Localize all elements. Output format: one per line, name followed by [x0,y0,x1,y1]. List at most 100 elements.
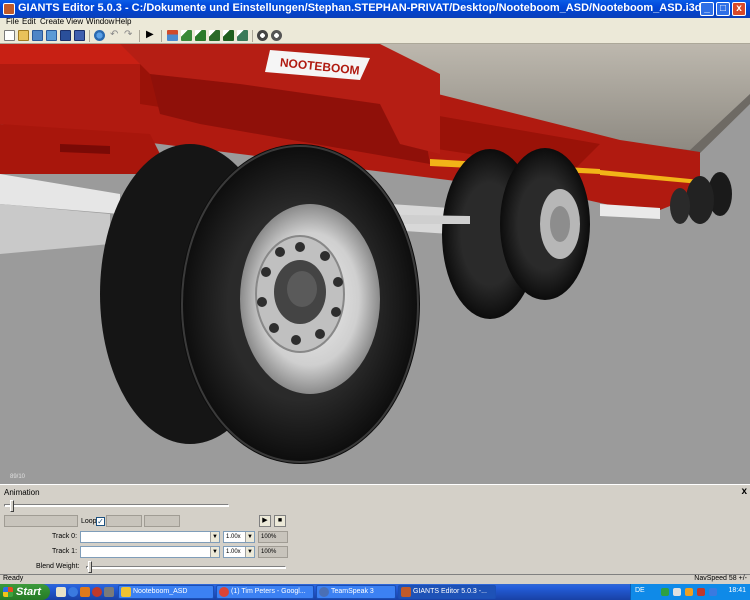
open-icon[interactable] [18,30,29,41]
viewport-coordinates: 89/10 [10,474,26,480]
trailer-render: NOOTEBOOM 89/10 [0,44,750,484]
track-0-weight-value: 100% [261,534,277,540]
save-as-icon[interactable] [74,30,85,41]
start-label: Start [16,586,42,598]
track-1-label: Track 1: [52,548,78,555]
blend-weight-slider[interactable] [86,566,286,569]
task-label: TeamSpeak 3 [331,588,374,595]
minimize-button[interactable]: _ [700,2,714,16]
teamspeak-icon [319,587,329,597]
track-1-speed-dropdown[interactable]: 1.00x ▼ [223,546,255,558]
menu-bar: File Edit Create View Window Help [0,17,750,28]
animation-panel-title: Animation [4,488,40,497]
blend-weight-label: Blend Weight: [36,563,80,570]
new-file-icon[interactable] [4,30,15,41]
task-teamspeak[interactable]: TeamSpeak 3 [316,585,396,599]
track-1-weight-value: 100% [261,549,277,555]
grass-icon[interactable] [223,30,234,41]
animation-start-field [106,515,142,527]
terrain-icon[interactable] [181,30,192,41]
stop-button[interactable]: ■ [274,515,286,527]
chrome-icon[interactable] [92,587,102,597]
animation-end-field [144,515,180,527]
close-button[interactable]: x [732,2,746,16]
firefox-icon[interactable] [80,587,90,597]
menu-view[interactable]: View [66,17,83,26]
nav-speed: NavSpeed 58 +/- [694,575,747,582]
menu-edit[interactable]: Edit [22,17,36,26]
chevron-down-icon: ▼ [210,532,219,542]
foliage-paint-icon[interactable] [237,30,248,41]
volume-icon[interactable] [673,588,681,596]
task-nooteboom-folder[interactable]: Nooteboom_ASD [118,585,214,599]
chrome-icon [219,587,229,597]
windows-logo-icon [3,587,13,597]
toolbar-separator [139,30,140,42]
animation-time-slider[interactable] [4,504,229,507]
chevron-down-icon: ▼ [245,547,254,557]
menu-file[interactable]: File [6,17,19,26]
record-icon[interactable] [257,30,268,41]
track-1-clip-dropdown[interactable]: ▼ [80,546,220,558]
save-icon[interactable] [60,30,71,41]
render-icon[interactable] [271,30,282,41]
ie-icon[interactable] [68,587,78,597]
tray-app-icon[interactable] [697,588,705,596]
security-icon[interactable] [685,588,693,596]
undo-icon[interactable]: ↶ [110,30,121,41]
toolbar-separator [252,30,253,42]
giants-editor-icon [3,3,15,15]
menu-help[interactable]: Help [115,17,131,26]
taskbar: Start Nooteboom_ASD (1) Tim Peters - Goo… [0,584,750,600]
track-0-clip-dropdown[interactable]: ▼ [80,531,220,543]
giants-editor-icon [401,587,411,597]
menu-create[interactable]: Create [40,17,64,26]
loop-label: Loop [81,518,97,525]
task-label: Nooteboom_ASD [133,588,188,595]
toolbar-separator [89,30,90,42]
window-title: GIANTS Editor 5.0.3 - C:/Dokumente und E… [18,2,702,14]
task-giants-editor[interactable]: GIANTS Editor 5.0.3 -... [398,585,496,599]
redo-icon[interactable]: ↷ [124,30,135,41]
home-icon[interactable] [167,30,178,41]
export-icon[interactable] [46,30,57,41]
play-icon[interactable]: ▶ [146,30,157,41]
loop-checkbox[interactable]: ✓ [96,517,105,526]
animation-panel: Animation x Loop ✓ ▶ ■ Track 0: ▼ 1.00x … [0,484,750,584]
system-tray: DE 18:41 [630,584,750,600]
status-bar: Ready NavSpeed 58 +/- [0,574,750,584]
toolbar: ↶ ↷ ▶ [0,28,750,44]
animation-time-slider-thumb[interactable] [10,500,14,512]
quicklaunch-icon[interactable] [104,587,114,597]
chevron-down-icon: ▼ [245,532,254,542]
network-icon[interactable] [661,588,669,596]
show-desktop-icon[interactable] [56,587,66,597]
tray-app-icon[interactable] [709,588,717,596]
3d-viewport[interactable]: NOOTEBOOM 89/10 [0,44,750,484]
foliage-icon[interactable] [209,30,220,41]
toolbar-separator [161,30,162,42]
track-0-speed-dropdown[interactable]: 1.00x ▼ [223,531,255,543]
chevron-down-icon: ▼ [210,547,219,557]
play-button[interactable]: ▶ [259,515,271,527]
track-0-label: Track 0: [52,533,78,540]
task-label: (1) Tim Peters - Googl... [231,588,306,595]
menu-window[interactable]: Window [86,17,114,26]
task-label: GIANTS Editor 5.0.3 -... [413,588,487,595]
refresh-icon[interactable] [94,30,105,41]
animation-name-field [4,515,78,527]
status-text: Ready [3,575,24,582]
language-indicator[interactable]: DE [635,587,645,594]
title-bar: GIANTS Editor 5.0.3 - C:/Dokumente und E… [0,0,750,18]
terrain-paint-icon[interactable] [195,30,206,41]
import-icon[interactable] [32,30,43,41]
animation-panel-close-button[interactable]: x [741,486,747,497]
blend-weight-slider-thumb[interactable] [88,561,92,573]
start-button[interactable]: Start [0,584,50,600]
track-0-weight-field: 100% [258,531,288,543]
folder-icon [121,587,131,597]
maximize-button[interactable]: □ [716,2,730,16]
track-1-weight-field: 100% [258,546,288,558]
task-chrome[interactable]: (1) Tim Peters - Googl... [216,585,314,599]
clock: 18:41 [728,587,746,594]
